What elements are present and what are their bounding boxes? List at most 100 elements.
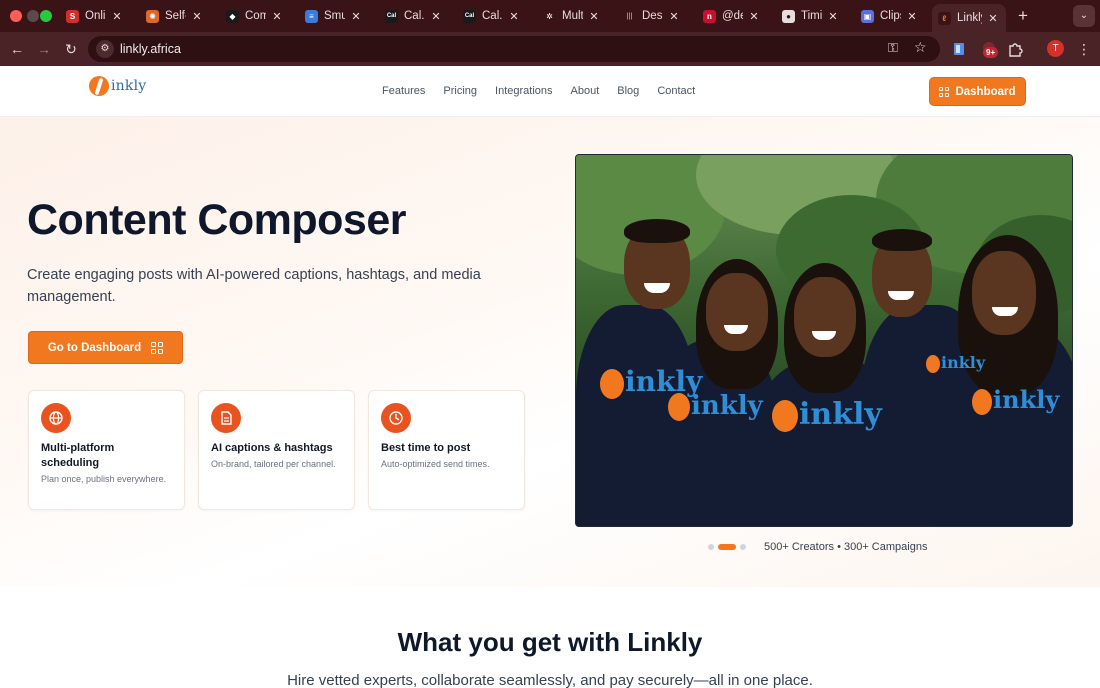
feature-card-best-time: Best time to post Auto-optimized send ti… <box>368 390 525 510</box>
hero-team-photo: inkly inkly inkly inkly inkly <box>575 154 1073 527</box>
feature-description: Plan once, publish everywhere. <box>41 474 167 484</box>
tab-favicon-icon: ℓ <box>938 11 951 25</box>
bookmark-star-icon[interactable]: ☆ <box>914 39 927 56</box>
browser-tab[interactable]: ▣ Clips ✕ <box>855 4 925 28</box>
new-tab-plus-icon[interactable]: + <box>1014 6 1032 26</box>
section-subtitle: Hire vetted experts, collaborate seamles… <box>287 672 813 688</box>
go-to-dashboard-button[interactable]: Go to Dashboard <box>28 331 183 364</box>
browser-tab[interactable]: ≡ Smud ✕ <box>299 4 369 28</box>
linkly-logo[interactable]: inkly <box>89 74 146 98</box>
back-arrow-icon[interactable]: ← <box>7 39 27 59</box>
dashboard-button[interactable]: Dashboard <box>929 77 1026 106</box>
tab-title: Cal.co <box>404 10 425 22</box>
tab-close-icon[interactable]: ✕ <box>190 10 204 23</box>
reload-icon[interactable]: ↻ <box>61 39 81 59</box>
tab-close-icon[interactable]: ✕ <box>429 10 443 23</box>
browser-tab[interactable]: ||| Deser ✕ <box>617 4 687 28</box>
tab-title: Clips <box>880 10 901 22</box>
hero-subtitle: Create engaging posts with AI-powered ca… <box>27 267 481 305</box>
tab-close-icon[interactable]: ✕ <box>986 12 1000 25</box>
extensions-puzzle-icon[interactable] <box>1006 40 1024 58</box>
tab-favicon-icon: ≡ <box>305 9 318 23</box>
site-navbar: inkly Features Pricing Integrations Abou… <box>0 66 1100 117</box>
browser-toolbar: ← → ↻ ⚙ linkly.africa ⚿ ☆ ⋮ <box>0 32 1100 66</box>
tab-title: Linkly <box>957 12 982 24</box>
browser-tab[interactable]: S Online ✕ <box>60 4 130 28</box>
document-icon <box>211 403 241 433</box>
feature-description: Auto-optimized send times. <box>381 459 490 469</box>
forward-arrow-icon[interactable]: → <box>34 39 54 59</box>
browser-tab[interactable]: n @den ✕ <box>697 4 767 28</box>
browser-menu-icon[interactable]: ⋮ <box>1075 40 1093 58</box>
tab-close-icon[interactable]: ✕ <box>507 10 521 23</box>
site-settings-icon[interactable]: ⚙ <box>96 40 114 58</box>
hero-stats: 500+ Creators • 300+ Campaigns <box>764 541 928 553</box>
tab-title: Timi1 <box>801 10 822 22</box>
logo-text: inkly <box>111 78 147 94</box>
feature-card-scheduling: Multi-platform scheduling Plan once, pub… <box>28 390 185 510</box>
browser-tab-strip: S Online ✕ ✺ Self-h ✕ ◆ Comm ✕ ≡ Smud ✕ Cal Cal.c… <box>0 0 1100 32</box>
tab-favicon-icon: Cal <box>463 9 476 23</box>
tab-title: Self-h <box>165 10 186 22</box>
shirt-logo: inkly <box>972 385 1059 415</box>
tab-title: Deser <box>642 10 663 22</box>
tab-favicon-icon: ✲ <box>543 9 556 23</box>
tab-favicon-icon: ||| <box>623 9 636 23</box>
browser-tab[interactable]: ● Timi1 ✕ <box>776 4 846 28</box>
feature-title: AI captions & hashtags <box>211 442 333 454</box>
close-window-button[interactable] <box>10 10 22 22</box>
carousel-dot[interactable] <box>740 544 746 550</box>
globe-icon <box>41 403 71 433</box>
browser-tab[interactable]: ✺ Self-h ✕ <box>140 4 210 28</box>
nav-link-features[interactable]: Features <box>382 85 425 97</box>
browser-tab[interactable]: Cal Cal.co ✕ <box>457 4 527 28</box>
carousel-dot-active[interactable] <box>718 544 736 550</box>
dashboard-grid-icon <box>939 86 950 97</box>
tab-close-icon[interactable]: ✕ <box>270 10 284 23</box>
tab-close-icon[interactable]: ✕ <box>826 10 840 23</box>
browser-tab-active[interactable]: ℓ Linkly ✕ <box>932 4 1006 32</box>
carousel-dots <box>708 544 746 550</box>
extension-docs-icon[interactable] <box>950 40 968 58</box>
tab-close-icon[interactable]: ✕ <box>349 10 363 23</box>
tab-close-icon[interactable]: ✕ <box>110 10 124 23</box>
tab-favicon-icon: ▣ <box>861 9 874 23</box>
feature-card-ai-captions: AI captions & hashtags On-brand, tailore… <box>198 390 355 510</box>
dashboard-grid-icon <box>151 341 164 354</box>
hero-title: Content Composer <box>27 196 407 244</box>
section-title: What you get with Linkly <box>397 627 703 657</box>
tab-title: Multic <box>562 10 583 22</box>
tab-favicon-icon: ● <box>782 9 795 23</box>
shirt-logo: inkly <box>668 391 763 421</box>
address-bar[interactable]: ⚙ linkly.africa ⚿ ☆ <box>88 36 940 62</box>
nav-link-contact[interactable]: Contact <box>657 85 695 97</box>
extension-badge-count: 9+ <box>983 47 999 58</box>
tab-close-icon[interactable]: ✕ <box>905 10 919 23</box>
minimize-window-button[interactable] <box>27 10 39 22</box>
tab-title: Comm <box>245 10 266 22</box>
tab-favicon-icon: Cal <box>385 9 398 23</box>
address-url: linkly.africa <box>120 42 181 56</box>
tab-search-chevron-icon[interactable]: ⌄ <box>1073 5 1095 27</box>
feature-description: On-brand, tailored per channel. <box>211 459 336 469</box>
tab-close-icon[interactable]: ✕ <box>667 10 681 23</box>
tab-title: Online <box>85 10 106 22</box>
nav-links: Features Pricing Integrations About Blog… <box>382 85 695 97</box>
shirt-logo: inkly <box>926 353 985 373</box>
password-key-icon[interactable]: ⚿ <box>888 40 898 56</box>
tab-close-icon[interactable]: ✕ <box>587 10 601 23</box>
nav-link-about[interactable]: About <box>571 85 600 97</box>
browser-tab[interactable]: Cal Cal.co ✕ <box>379 4 449 28</box>
nav-link-pricing[interactable]: Pricing <box>443 85 477 97</box>
maximize-window-button[interactable] <box>40 10 52 22</box>
tab-favicon-icon: ✺ <box>146 9 159 23</box>
nav-link-blog[interactable]: Blog <box>617 85 639 97</box>
profile-avatar[interactable]: T <box>1047 40 1064 57</box>
carousel-dot[interactable] <box>708 544 714 550</box>
browser-tab[interactable]: ✲ Multic ✕ <box>537 4 607 28</box>
browser-tab[interactable]: ◆ Comm ✕ <box>220 4 290 28</box>
tab-close-icon[interactable]: ✕ <box>747 10 761 23</box>
nav-link-integrations[interactable]: Integrations <box>495 85 552 97</box>
feature-title: Multi-platform scheduling <box>41 442 115 469</box>
linkly-logo-mark-icon <box>89 76 109 96</box>
